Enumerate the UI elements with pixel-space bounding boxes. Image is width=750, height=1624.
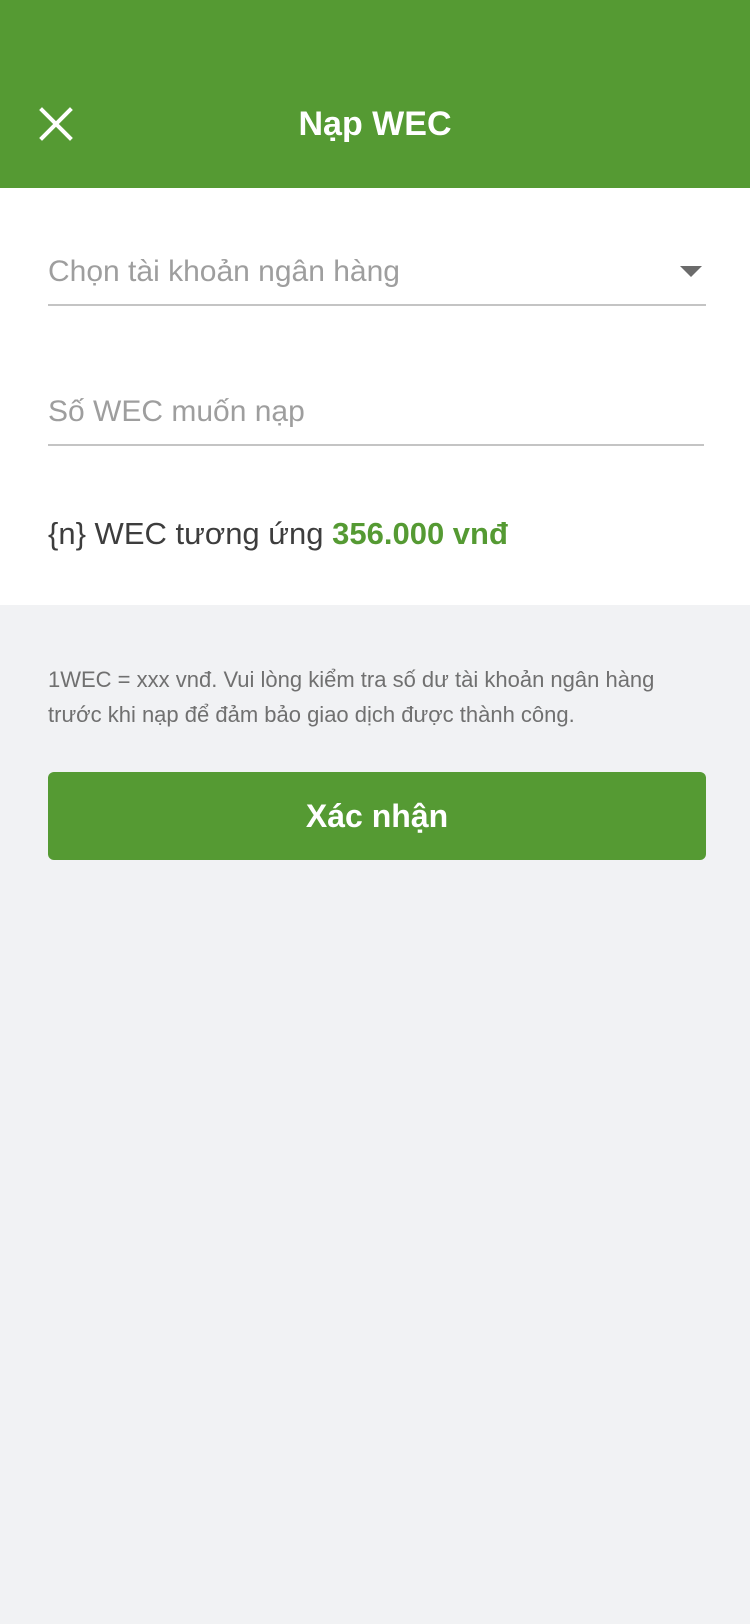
wec-amount-field[interactable] — [48, 392, 704, 446]
exchange-rate-note: 1WEC = xxx vnđ. Vui lòng kiểm tra số dư … — [48, 667, 655, 727]
confirm-button-label: Xác nhận — [305, 797, 449, 834]
page-title: Nạp WEC — [298, 105, 452, 143]
caret-down-icon[interactable] — [680, 266, 702, 277]
wec-amount-input[interactable] — [48, 392, 704, 432]
equivalent-amount-line: {n} WEC tương ứng 356.000 vnđ — [48, 514, 508, 554]
app-bar: Nạp WEC — [0, 0, 750, 188]
confirm-button[interactable]: Xác nhận — [48, 772, 706, 860]
bank-account-select[interactable]: Chọn tài khoản ngân hàng — [48, 252, 706, 306]
bank-account-placeholder: Chọn tài khoản ngân hàng — [48, 255, 400, 288]
equivalent-prefix: {n} WEC tương ứng — [48, 516, 333, 551]
equivalent-vnd-amount: 356.000 vnđ — [332, 516, 508, 551]
deposit-form: Chọn tài khoản ngân hàng {n} WEC tương ứ… — [0, 188, 750, 605]
